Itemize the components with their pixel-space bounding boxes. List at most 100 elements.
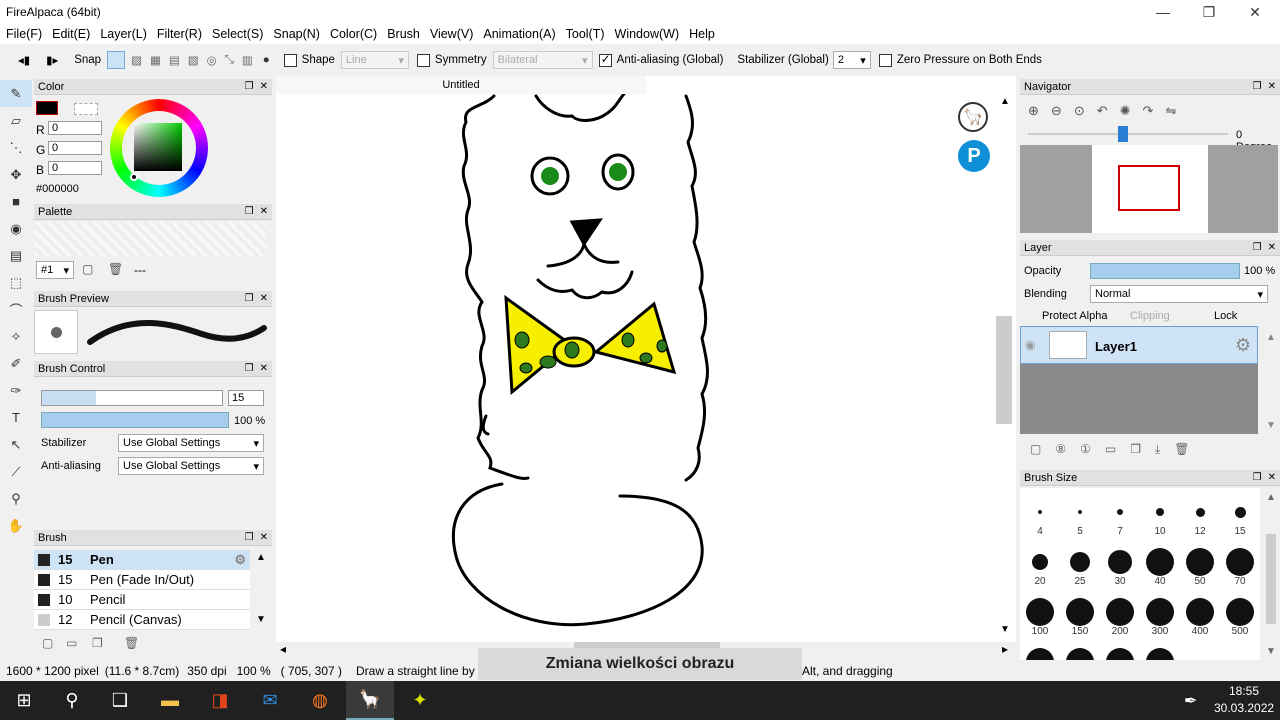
snap-vanish-icon[interactable]: ▧ bbox=[188, 53, 199, 67]
brush-size-input[interactable]: 15 bbox=[228, 390, 264, 406]
size-dot-150[interactable] bbox=[1066, 598, 1094, 626]
layer-settings-icon[interactable]: ⚙ bbox=[1235, 335, 1251, 356]
rotate-right-icon[interactable]: ↷ bbox=[1143, 103, 1154, 119]
file-explorer-icon[interactable]: ▬ bbox=[146, 681, 194, 720]
fill-shape-tool-icon[interactable]: ■ bbox=[0, 188, 32, 215]
size-dot-500[interactable] bbox=[1226, 598, 1254, 626]
layer-item[interactable]: ◉ Layer1 ⚙ bbox=[1020, 326, 1258, 364]
text-tool-icon[interactable]: T bbox=[0, 404, 32, 431]
navigator-viewport[interactable] bbox=[1118, 165, 1180, 211]
brush-item-pen[interactable]: 15 Pen ⚙ bbox=[34, 550, 250, 570]
size-dot-7[interactable] bbox=[1117, 509, 1123, 515]
rotation-handle[interactable] bbox=[1118, 126, 1128, 142]
snap-radial-icon[interactable]: ◎ bbox=[207, 53, 217, 67]
primary-color-swatch[interactable] bbox=[36, 101, 58, 115]
symmetry-select[interactable]: Bilateral ▾ bbox=[492, 51, 593, 69]
palette-swatches[interactable] bbox=[34, 222, 266, 256]
new-palette-icon[interactable]: ▢ bbox=[82, 262, 93, 276]
eraser-tool-icon[interactable]: ▱ bbox=[0, 107, 32, 134]
navigator-thumbnail[interactable] bbox=[1020, 145, 1278, 233]
canvas-vertical-scrollbar[interactable] bbox=[996, 316, 1012, 424]
divide-tool-icon[interactable]: ⟋ bbox=[0, 458, 32, 485]
size-dot-10[interactable] bbox=[1156, 508, 1164, 516]
brush-size-slider[interactable] bbox=[41, 390, 223, 406]
b-input[interactable]: 0 bbox=[48, 161, 102, 175]
brush-item-pen-fade[interactable]: 15 Pen (Fade In/Out) bbox=[34, 570, 250, 590]
minimize-button[interactable]: — bbox=[1140, 0, 1186, 24]
menu-animation[interactable]: Animation(A) bbox=[483, 27, 555, 41]
size-scroll-up-icon[interactable]: ▲ bbox=[1266, 492, 1276, 503]
size-dot-300[interactable] bbox=[1146, 598, 1174, 626]
dot-tool-icon[interactable]: ⋱ bbox=[0, 134, 32, 161]
menu-file[interactable]: File(F) bbox=[6, 27, 42, 41]
next-icon[interactable]: ▮▸ bbox=[46, 53, 58, 67]
palette-index-select[interactable]: #1 ▾ bbox=[36, 261, 74, 279]
snap-dot-icon[interactable]: ● bbox=[263, 54, 270, 66]
clock[interactable]: 18:55 30.03.2022 bbox=[1214, 684, 1274, 715]
select-pen-tool-icon[interactable]: ✐ bbox=[0, 350, 32, 377]
new-folder-icon[interactable]: ▭ bbox=[1105, 442, 1116, 457]
size-dot-row4[interactable] bbox=[1026, 648, 1054, 660]
close-icon[interactable]: ✕ bbox=[1268, 81, 1276, 92]
size-dot-row4[interactable] bbox=[1066, 648, 1094, 660]
snap-off-icon[interactable] bbox=[107, 51, 126, 69]
eyedropper-tool-icon[interactable]: ⚲ bbox=[0, 485, 32, 512]
size-dot-25[interactable] bbox=[1070, 552, 1090, 572]
color-picker-handle[interactable] bbox=[130, 173, 138, 181]
close-icon[interactable]: ✕ bbox=[1268, 242, 1276, 253]
hand-tool-icon[interactable]: ✋ bbox=[0, 512, 32, 539]
rotate-left-icon[interactable]: ↶ bbox=[1097, 103, 1108, 119]
secondary-color-swatch[interactable] bbox=[74, 103, 98, 115]
close-icon[interactable]: ✕ bbox=[260, 81, 268, 92]
duplicate-brush-icon[interactable]: ❐ bbox=[92, 636, 103, 650]
menu-snap[interactable]: Snap(N) bbox=[273, 27, 320, 41]
zoom-fit-icon[interactable]: ⊙ bbox=[1074, 103, 1085, 119]
snap-3d-icon[interactable]: ▥ bbox=[242, 53, 253, 67]
canvas-drawing[interactable] bbox=[276, 76, 1016, 642]
float-icon[interactable]: ❐ bbox=[245, 81, 254, 92]
close-window-button[interactable]: ✕ bbox=[1232, 0, 1278, 24]
duplicate-layer-icon[interactable]: ❐ bbox=[1130, 442, 1141, 457]
menu-color[interactable]: Color(C) bbox=[330, 27, 377, 41]
float-icon[interactable]: ❐ bbox=[245, 293, 254, 304]
brush-settings-icon[interactable]: ⚙ bbox=[234, 552, 246, 568]
canvas-area[interactable]: 🦙 P ▼ ▲ bbox=[276, 76, 1016, 642]
windows-start-icon[interactable]: ⊞ bbox=[0, 681, 48, 720]
merge-layer-icon[interactable]: ⤓ bbox=[1155, 442, 1160, 457]
canvas-scroll-down-icon[interactable]: ▼ bbox=[1000, 624, 1010, 635]
float-icon[interactable]: ❐ bbox=[1253, 472, 1262, 483]
layer-scroll-down-icon[interactable]: ▼ bbox=[1266, 420, 1276, 431]
snap-grid-icon[interactable]: ▦ bbox=[150, 53, 161, 67]
snap-parallel-icon[interactable]: ▨ bbox=[131, 53, 142, 67]
close-icon[interactable]: ✕ bbox=[260, 363, 268, 374]
layer-opacity-slider[interactable] bbox=[1090, 263, 1240, 279]
new-layer-icon[interactable]: ▢ bbox=[1030, 442, 1041, 457]
size-dot-5[interactable] bbox=[1078, 510, 1082, 514]
canvas-tab[interactable]: Untitled bbox=[276, 76, 646, 94]
delete-layer-icon[interactable]: 🗑 bbox=[1174, 442, 1189, 457]
size-dot-15[interactable] bbox=[1235, 507, 1246, 518]
move-tool-icon[interactable]: ✥ bbox=[0, 161, 32, 188]
brush-item-pencil[interactable]: 10 Pencil bbox=[34, 590, 250, 610]
office-icon[interactable]: ◨ bbox=[196, 681, 244, 720]
search-icon[interactable]: ⚲ bbox=[48, 681, 96, 720]
brush-opacity-slider[interactable] bbox=[41, 412, 229, 428]
float-icon[interactable]: ❐ bbox=[245, 363, 254, 374]
size-scrollbar[interactable] bbox=[1266, 534, 1276, 624]
firefox-icon[interactable]: ◍ bbox=[296, 681, 344, 720]
size-dot-70[interactable] bbox=[1226, 548, 1254, 576]
menu-select[interactable]: Select(S) bbox=[212, 27, 263, 41]
folder-brush-icon[interactable]: ▭ bbox=[66, 636, 77, 650]
size-scroll-down-icon[interactable]: ▼ bbox=[1266, 646, 1276, 657]
brush-antialias-select[interactable]: Use Global Settings ▾ bbox=[118, 457, 264, 475]
size-dot-row4[interactable] bbox=[1146, 648, 1174, 660]
layer-scroll-up-icon[interactable]: ▲ bbox=[1266, 332, 1276, 343]
scroll-down-icon[interactable]: ▼ bbox=[256, 614, 266, 625]
rotation-slider[interactable] bbox=[1028, 133, 1228, 135]
size-dot-4[interactable] bbox=[1038, 510, 1042, 514]
menu-help[interactable]: Help bbox=[689, 27, 715, 41]
size-dot-20[interactable] bbox=[1032, 554, 1048, 570]
scroll-up-icon[interactable]: ▲ bbox=[256, 552, 266, 563]
scroll-right-icon[interactable]: ▸ bbox=[1002, 642, 1008, 656]
magic-wand-tool-icon[interactable]: ✧ bbox=[0, 323, 32, 350]
